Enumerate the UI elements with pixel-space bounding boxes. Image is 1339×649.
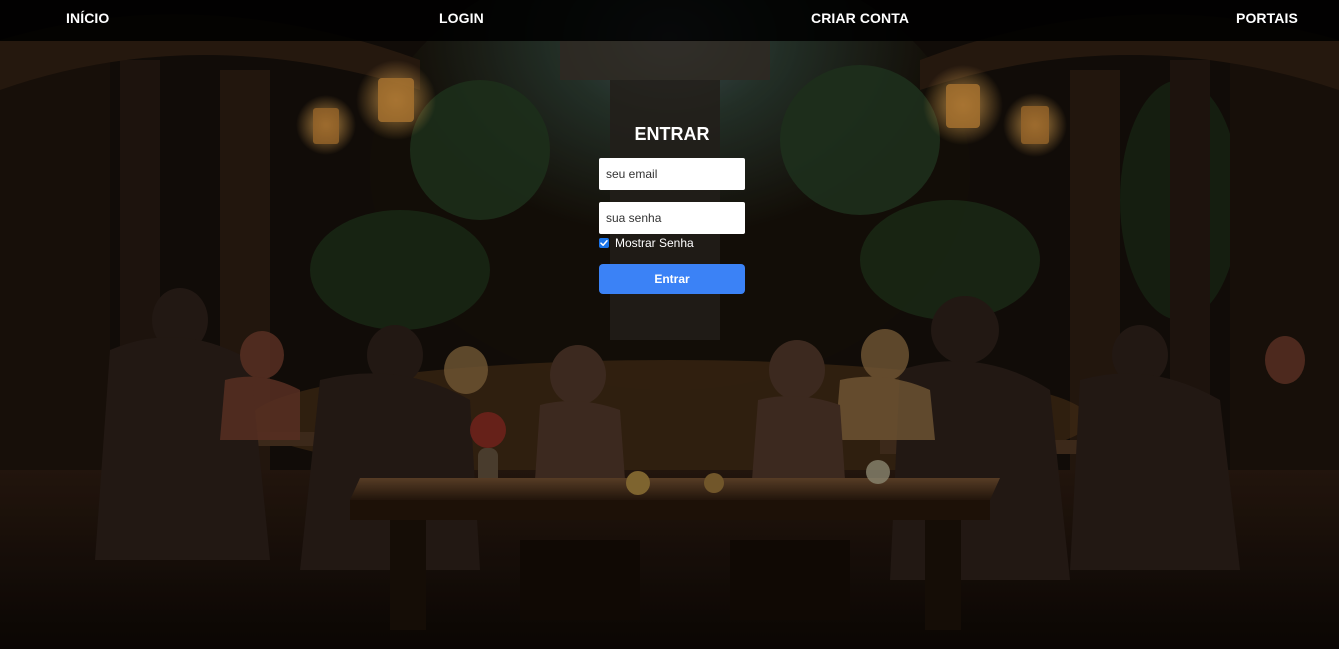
show-password-row: Mostrar Senha xyxy=(599,236,694,250)
login-submit-button[interactable]: Entrar xyxy=(599,264,745,294)
nav-login-link[interactable]: LOGIN xyxy=(439,10,484,26)
nav-portals-link[interactable]: PORTAIS xyxy=(1236,10,1298,26)
nav-home-link[interactable]: INÍCIO xyxy=(66,10,109,26)
top-navbar: INÍCIO LOGIN CRIAR CONTA PORTAIS xyxy=(0,0,1339,41)
nav-signup-link[interactable]: CRIAR CONTA xyxy=(811,10,909,26)
background-illustration xyxy=(0,0,1339,649)
email-input[interactable] xyxy=(599,158,745,190)
show-password-checkbox[interactable] xyxy=(599,238,609,248)
checkmark-icon xyxy=(600,240,608,246)
password-input[interactable] xyxy=(599,202,745,234)
login-title: ENTRAR xyxy=(634,124,710,144)
show-password-label[interactable]: Mostrar Senha xyxy=(615,236,694,250)
